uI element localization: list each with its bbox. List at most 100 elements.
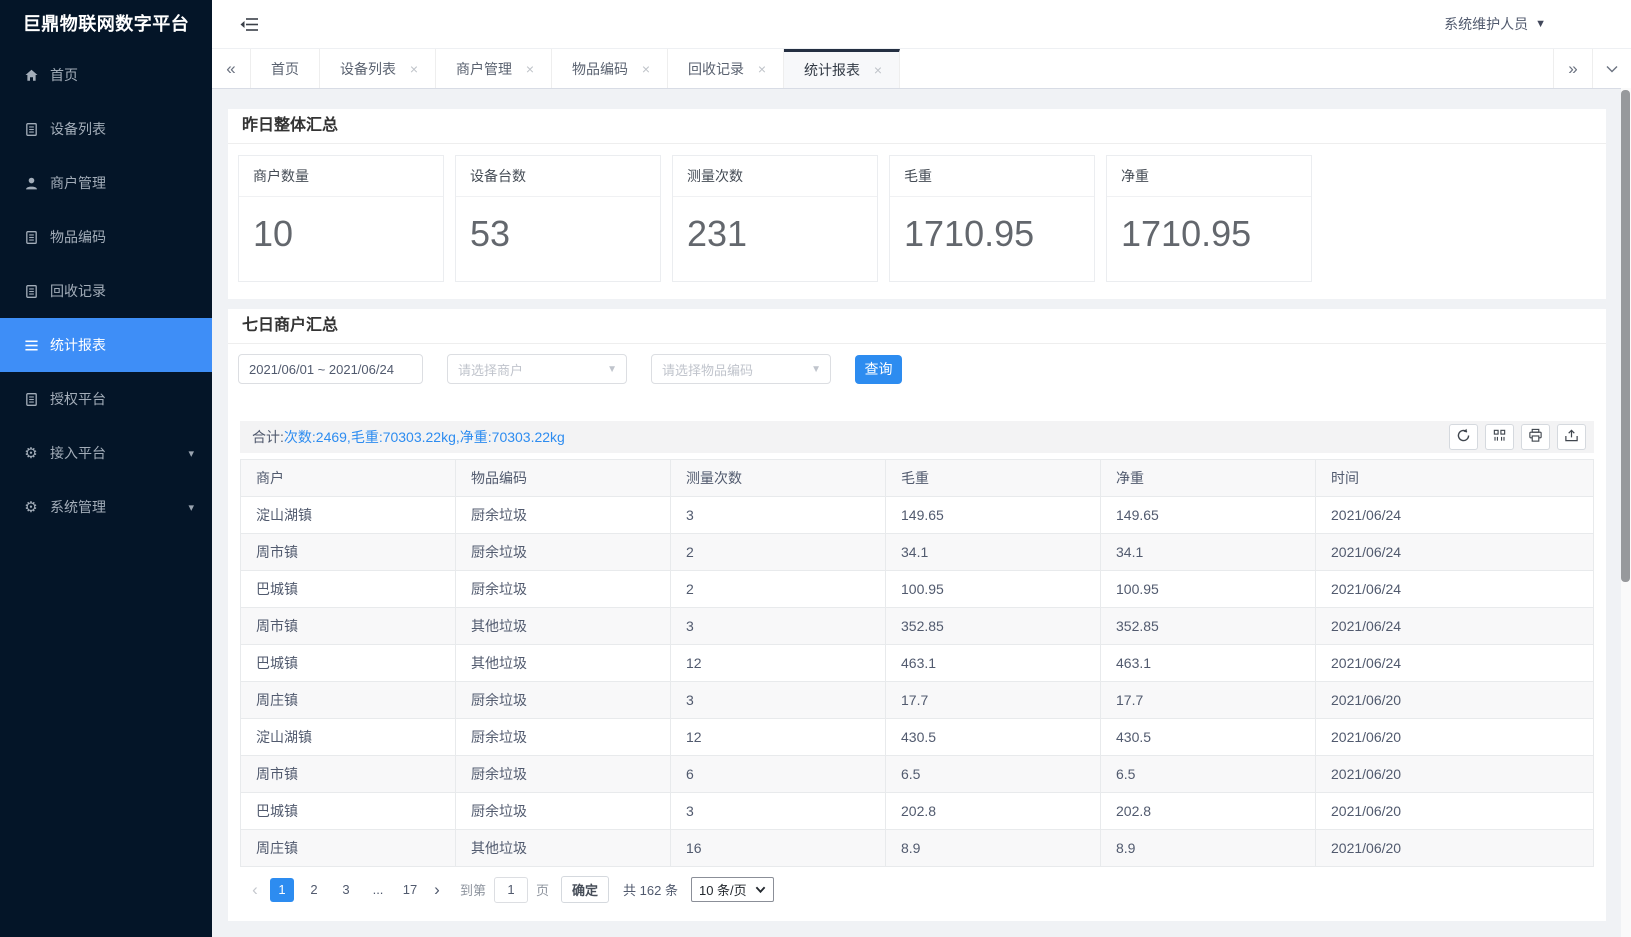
tabs-menu-button[interactable] xyxy=(1592,49,1631,88)
table-cell: 厨余垃圾 xyxy=(456,497,671,534)
tab[interactable]: 统计报表 × xyxy=(784,49,900,88)
document-icon xyxy=(22,122,40,137)
stat-card: 毛重 1710.95 xyxy=(889,155,1095,282)
sidebar-item-label: 设备列表 xyxy=(50,119,106,139)
tab[interactable]: 回收记录 × xyxy=(668,49,784,88)
table-cell: 2 xyxy=(671,534,886,571)
tab[interactable]: 首页 xyxy=(251,49,320,88)
stat-value: 53 xyxy=(456,197,660,255)
stat-card: 商户数量 10 xyxy=(238,155,444,282)
table-row: 巴城镇厨余垃圾3202.8202.82021/06/20 xyxy=(241,793,1594,830)
sidebar-item[interactable]: ⚙ 接入平台 ▾ xyxy=(0,426,212,480)
tabs-scroll-right-button[interactable]: » xyxy=(1553,49,1592,88)
toolbar-button[interactable] xyxy=(1485,424,1514,450)
close-icon[interactable]: × xyxy=(407,61,421,77)
filter-bar: 请选择商户 ▼ 请选择物品编码 ▼ 查询 xyxy=(228,344,1606,384)
tabbar-controls: » xyxy=(1553,49,1631,88)
stat-label: 净重 xyxy=(1107,156,1311,197)
column-header: 物品编码 xyxy=(456,460,671,497)
table-cell: 352.85 xyxy=(1101,608,1316,645)
prev-page-button[interactable]: ‹ xyxy=(244,879,266,901)
user-icon xyxy=(22,176,40,191)
top-header: 系统维护人员 ▼ xyxy=(212,0,1631,48)
chevron-down-icon: ▾ xyxy=(188,447,194,460)
tab-label: 统计报表 xyxy=(804,60,860,80)
sidebar-item-label: 授权平台 xyxy=(50,389,106,409)
toolbar-button[interactable] xyxy=(1449,424,1478,450)
table-row: 周庄镇其他垃圾168.98.92021/06/20 xyxy=(241,830,1594,867)
table-cell: 17.7 xyxy=(886,682,1101,719)
total-count: 共 162 条 xyxy=(623,880,678,899)
tab-bar: « 首页 设备列表 × 商户管理 × 物品编码 × 回收记录 × xyxy=(212,48,1631,89)
table-cell: 2021/06/24 xyxy=(1316,645,1594,682)
sidebar-item[interactable]: 设备列表 xyxy=(0,102,212,156)
table-cell: 其他垃圾 xyxy=(456,645,671,682)
page-unit-label: 页 xyxy=(536,880,549,899)
tab-label: 物品编码 xyxy=(572,59,628,79)
sidebar-item[interactable]: 商户管理 xyxy=(0,156,212,210)
tabs-scroll-left-button[interactable]: « xyxy=(212,49,251,88)
stat-label: 设备台数 xyxy=(456,156,660,197)
stat-value: 1710.95 xyxy=(890,197,1094,255)
table-cell: 其他垃圾 xyxy=(456,608,671,645)
page-number[interactable]: 1 xyxy=(270,878,294,902)
refresh-icon xyxy=(1456,428,1471,446)
close-icon[interactable]: × xyxy=(755,61,769,77)
table-cell: 厨余垃圾 xyxy=(456,719,671,756)
page-number[interactable]: 3 xyxy=(334,878,358,902)
next-page-button[interactable]: › xyxy=(426,879,448,901)
user-menu[interactable]: 系统维护人员 ▼ xyxy=(1444,14,1546,34)
page-size-value: 10 条/页 xyxy=(699,880,747,899)
item-code-select[interactable]: 请选择物品编码 ▼ xyxy=(651,354,831,384)
toolbar-button[interactable] xyxy=(1521,424,1550,450)
table-cell: 巴城镇 xyxy=(241,793,456,830)
close-icon[interactable]: × xyxy=(523,61,537,77)
table-cell: 周市镇 xyxy=(241,756,456,793)
close-icon[interactable]: × xyxy=(871,62,885,78)
report-table: 商户物品编码测量次数毛重净重时间 淀山湖镇厨余垃圾3149.65149.6520… xyxy=(240,459,1594,867)
table-cell: 周市镇 xyxy=(241,608,456,645)
collapse-sidebar-icon[interactable] xyxy=(240,17,258,32)
sidebar-item[interactable]: 首页 xyxy=(0,48,212,102)
table-cell: 463.1 xyxy=(1101,645,1316,682)
date-range-input[interactable] xyxy=(238,354,423,384)
document-icon xyxy=(22,392,40,407)
sidebar-item[interactable]: 物品编码 xyxy=(0,210,212,264)
sidebar-item[interactable]: ⚙ 系统管理 ▾ xyxy=(0,480,212,534)
totals-prefix: 合计: xyxy=(252,429,284,445)
merchant-select[interactable]: 请选择商户 ▼ xyxy=(447,354,627,384)
table-cell: 2021/06/20 xyxy=(1316,793,1594,830)
stat-label: 商户数量 xyxy=(239,156,443,197)
query-button[interactable]: 查询 xyxy=(855,355,902,384)
close-icon[interactable]: × xyxy=(639,61,653,77)
gear-icon: ⚙ xyxy=(22,498,40,516)
page-number[interactable]: ... xyxy=(366,878,390,902)
section-title: 七日商户汇总 xyxy=(228,309,1606,344)
gear-icon: ⚙ xyxy=(22,444,40,462)
stat-card: 测量次数 231 xyxy=(672,155,878,282)
confirm-button[interactable]: 确定 xyxy=(561,876,609,903)
tab[interactable]: 物品编码 × xyxy=(552,49,668,88)
page-number[interactable]: 17 xyxy=(398,878,422,902)
tab[interactable]: 设备列表 × xyxy=(320,49,436,88)
sidebar-item[interactable]: 统计报表 xyxy=(0,318,212,372)
page-numbers: 123... 17 xyxy=(266,878,426,902)
tab[interactable]: 商户管理 × xyxy=(436,49,552,88)
page-number[interactable]: 2 xyxy=(302,878,326,902)
toolbar-button[interactable] xyxy=(1557,424,1586,450)
sidebar-item[interactable]: 回收记录 xyxy=(0,264,212,318)
column-header: 净重 xyxy=(1101,460,1316,497)
stat-value: 1710.95 xyxy=(1107,197,1311,255)
table-cell: 3 xyxy=(671,497,886,534)
content: 昨日整体汇总 商户数量 10 设备台数 53 测量次数 231 毛重 1710.… xyxy=(212,90,1631,937)
table-row: 周庄镇厨余垃圾317.717.72021/06/20 xyxy=(241,682,1594,719)
scrollbar-thumb[interactable] xyxy=(1621,90,1630,582)
table-cell: 厨余垃圾 xyxy=(456,756,671,793)
scrollbar[interactable] xyxy=(1621,88,1631,937)
table-cell: 352.85 xyxy=(886,608,1101,645)
table-toolbar: 合计:次数:2469,毛重:70303.22kg,净重:70303.22kg xyxy=(240,421,1594,453)
goto-page-input[interactable] xyxy=(494,877,528,903)
page-size-select[interactable]: 10 条/页 xyxy=(691,877,774,902)
tab-label: 首页 xyxy=(271,59,299,79)
sidebar-item[interactable]: 授权平台 xyxy=(0,372,212,426)
